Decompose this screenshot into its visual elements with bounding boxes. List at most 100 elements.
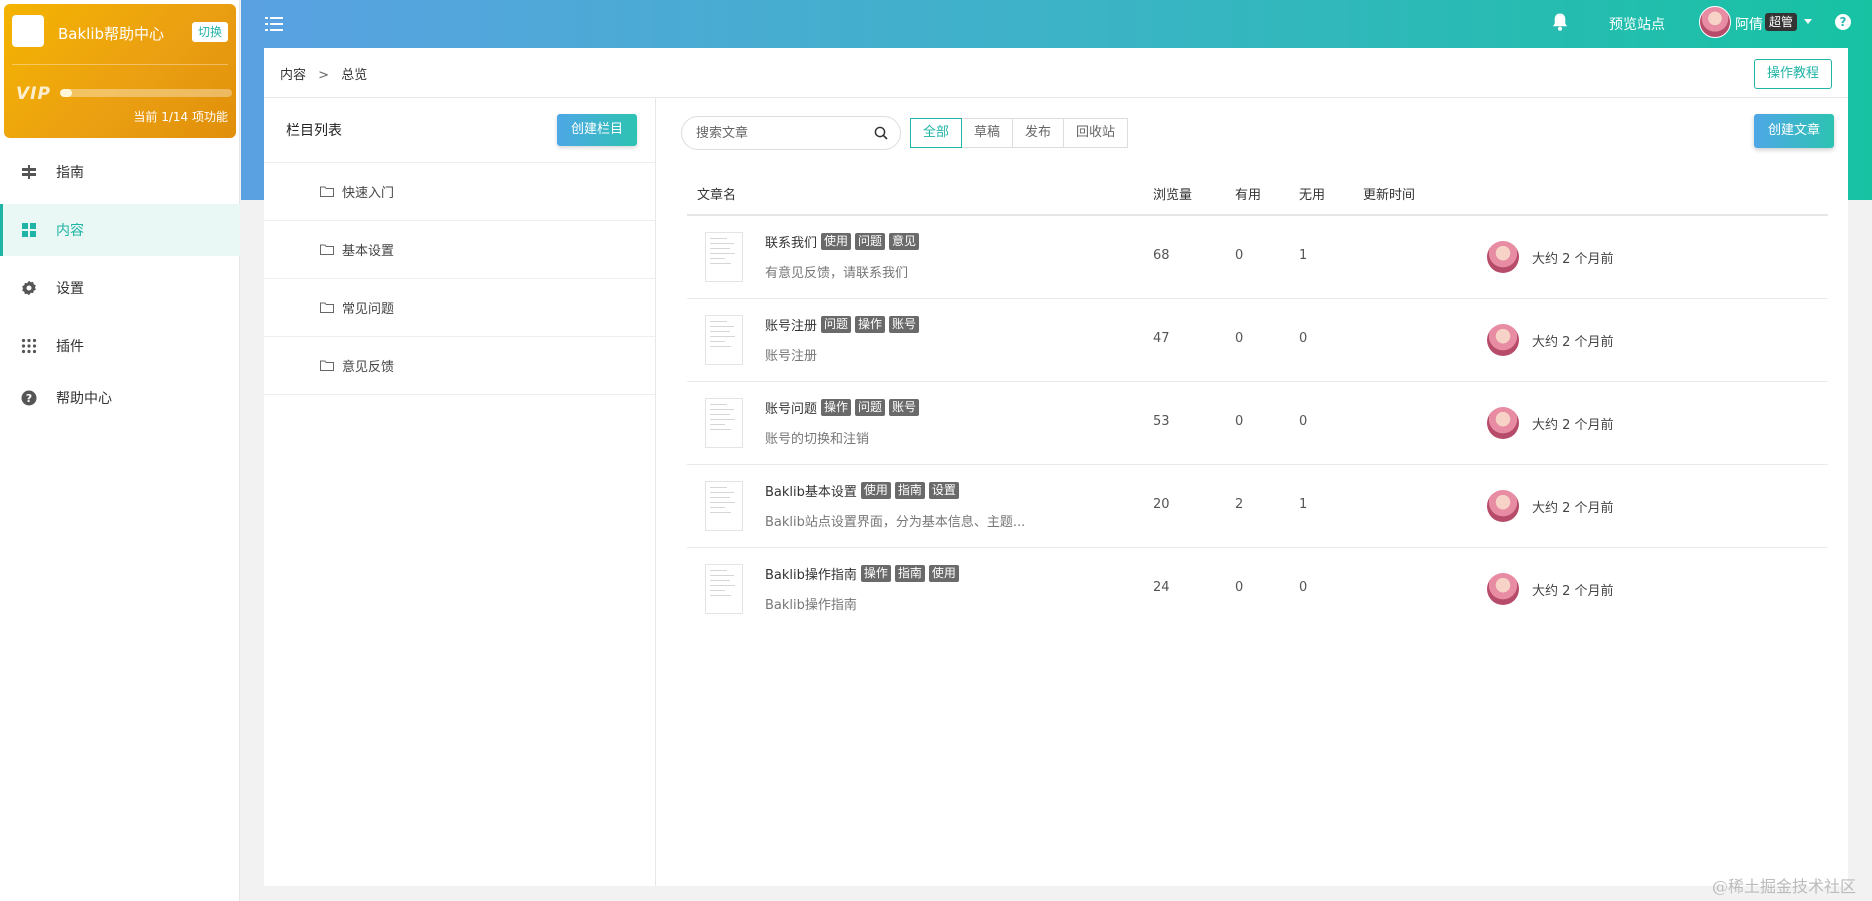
article-tag: 操作 (855, 316, 886, 333)
article-title[interactable]: 账号问题 (765, 398, 817, 417)
article-views: 53 (1153, 414, 1170, 429)
article-title[interactable]: 账号注册 (765, 315, 817, 334)
article-useless-count: 0 (1299, 580, 1308, 595)
nav-item-guide[interactable]: 指南 (0, 146, 240, 198)
nav-item-settings[interactable]: 设置 (0, 262, 240, 314)
bell-icon[interactable] (1551, 12, 1569, 36)
header-views[interactable]: 浏览量 (1153, 184, 1192, 203)
column-label: 快速入门 (342, 186, 395, 201)
article-useful-count: 0 (1235, 580, 1244, 595)
article-updated-time: 大约 2 个月前 (1532, 335, 1614, 350)
column-item[interactable]: 常见问题 (264, 279, 655, 337)
article-title[interactable]: Baklib操作指南 (765, 564, 857, 583)
column-list-title: 栏目列表 (286, 123, 342, 139)
preview-site-link[interactable]: 预览站点 (1609, 14, 1665, 34)
column-label: 常见问题 (342, 302, 395, 317)
menu-toggle-icon[interactable] (265, 16, 283, 32)
author-avatar (1487, 324, 1519, 356)
dots-grid-icon (20, 337, 38, 355)
brand-divider (12, 64, 228, 65)
article-useless-count: 1 (1299, 248, 1308, 263)
folder-icon (320, 244, 334, 255)
panel-header: 内容 > 总览 操作教程 (264, 48, 1848, 98)
table-row[interactable]: 联系我们 使用 问题 意见 有意见反馈，请联系我们 68 0 1 大约 2 个月… (687, 216, 1828, 299)
nav-label: 指南 (56, 165, 84, 181)
header-article-name[interactable]: 文章名 (697, 184, 736, 203)
author-avatar (1487, 490, 1519, 522)
breadcrumb: 内容 > 总览 (280, 64, 367, 83)
article-useful-count: 0 (1235, 331, 1244, 346)
column-list-panel: 栏目列表 创建栏目 快速入门 基本设置 常见问题 意见反馈 (264, 98, 656, 886)
header-updated[interactable]: 更新时间 (1363, 184, 1415, 203)
role-badge: 超管 (1765, 13, 1798, 31)
breadcrumb-separator: > (318, 68, 330, 83)
article-views: 24 (1153, 580, 1170, 595)
article-table: 文章名 浏览量 有用 无用 更新时间 联系我们 使用 问题 意见 有意见反馈，请… (687, 168, 1828, 631)
article-title-line: 账号注册 问题 操作 账号 (765, 315, 920, 334)
main-nav: 指南 内容 设置 插件 ? 帮助中心 (0, 146, 240, 424)
article-tag: 指南 (894, 565, 925, 582)
article-tag: 指南 (894, 482, 925, 499)
user-avatar[interactable] (1699, 6, 1731, 38)
article-title-line: Baklib操作指南 操作 指南 使用 (765, 564, 959, 583)
article-useful-count: 0 (1235, 248, 1244, 263)
article-title[interactable]: Baklib基本设置 (765, 481, 857, 500)
article-thumbnail[interactable] (705, 398, 743, 448)
question-icon: ? (20, 389, 38, 407)
filter-tab-trash[interactable]: 回收站 (1063, 118, 1129, 148)
column-item[interactable]: 快速入门 (264, 163, 655, 221)
switch-site-button[interactable]: 切换 (191, 22, 228, 42)
status-filter-tabs: 全部 草稿 发布 回收站 (910, 118, 1129, 148)
article-tag: 使用 (860, 482, 891, 499)
nav-item-help-center[interactable]: ? 帮助中心 (0, 378, 240, 418)
article-thumbnail[interactable] (705, 564, 743, 614)
article-title[interactable]: 联系我们 (765, 232, 817, 251)
create-article-button[interactable]: 创建文章 (1753, 114, 1834, 148)
article-tag: 使用 (821, 233, 852, 250)
folder-icon (320, 302, 334, 313)
article-thumbnail[interactable] (705, 481, 743, 531)
table-row[interactable]: 账号注册 问题 操作 账号 账号注册 47 0 0 大约 2 个月前 (687, 299, 1828, 382)
create-column-button[interactable]: 创建栏目 (556, 114, 637, 146)
column-label: 基本设置 (342, 244, 395, 259)
article-title-line: 联系我们 使用 问题 意见 (765, 232, 920, 251)
article-title-line: 账号问题 操作 问题 账号 (765, 398, 920, 417)
article-updated-time: 大约 2 个月前 (1532, 418, 1614, 433)
article-title-line: Baklib基本设置 使用 指南 设置 (765, 481, 959, 500)
nav-item-content[interactable]: 内容 (0, 204, 240, 256)
table-row[interactable]: Baklib基本设置 使用 指南 设置 Baklib站点设置界面，分为基本信息、… (687, 465, 1828, 548)
article-thumbnail[interactable] (705, 232, 743, 282)
table-row[interactable]: Baklib操作指南 操作 指南 使用 Baklib操作指南 24 0 0 大约… (687, 548, 1828, 631)
nav-label: 设置 (56, 281, 84, 297)
article-description: Baklib操作指南 (765, 598, 857, 613)
column-item[interactable]: 基本设置 (264, 221, 655, 279)
article-thumbnail[interactable] (705, 315, 743, 365)
tutorial-button[interactable]: 操作教程 (1753, 59, 1832, 89)
search-input[interactable] (696, 117, 866, 149)
nav-item-plugins[interactable]: 插件 (0, 320, 240, 372)
table-header: 文章名 浏览量 有用 无用 更新时间 (687, 168, 1828, 216)
user-name[interactable]: 阿倩 (1735, 14, 1763, 34)
article-tag: 意见 (889, 233, 920, 250)
breadcrumb-item-content[interactable]: 内容 (280, 68, 306, 83)
help-question-icon[interactable]: ? (1835, 14, 1851, 30)
header-useful[interactable]: 有用 (1235, 184, 1261, 203)
content-panel: 内容 > 总览 操作教程 栏目列表 创建栏目 快速入门 基本设置 常见问题 意见… (264, 48, 1848, 886)
vip-status: 当前 1/14 项功能 (133, 110, 228, 124)
column-label: 意见反馈 (342, 360, 395, 375)
grid-icon (20, 221, 38, 239)
chevron-down-icon[interactable] (1804, 19, 1812, 24)
filter-tab-all[interactable]: 全部 (910, 118, 963, 148)
author-avatar (1487, 573, 1519, 605)
column-item[interactable]: 意见反馈 (264, 337, 655, 395)
site-name: Baklib帮助中心 (58, 25, 165, 43)
article-tag: 使用 (928, 565, 959, 582)
header-useless[interactable]: 无用 (1299, 184, 1325, 203)
table-row[interactable]: 账号问题 操作 问题 账号 账号的切换和注销 53 0 0 大约 2 个月前 (687, 382, 1828, 465)
watermark: @稀土掘金技术社区 (1711, 877, 1856, 896)
filter-tab-draft[interactable]: 草稿 (961, 118, 1014, 148)
vip-badge: VIP (16, 84, 51, 104)
folder-icon (320, 360, 334, 371)
filter-tab-published[interactable]: 发布 (1012, 118, 1065, 148)
search-icon[interactable] (874, 126, 888, 140)
